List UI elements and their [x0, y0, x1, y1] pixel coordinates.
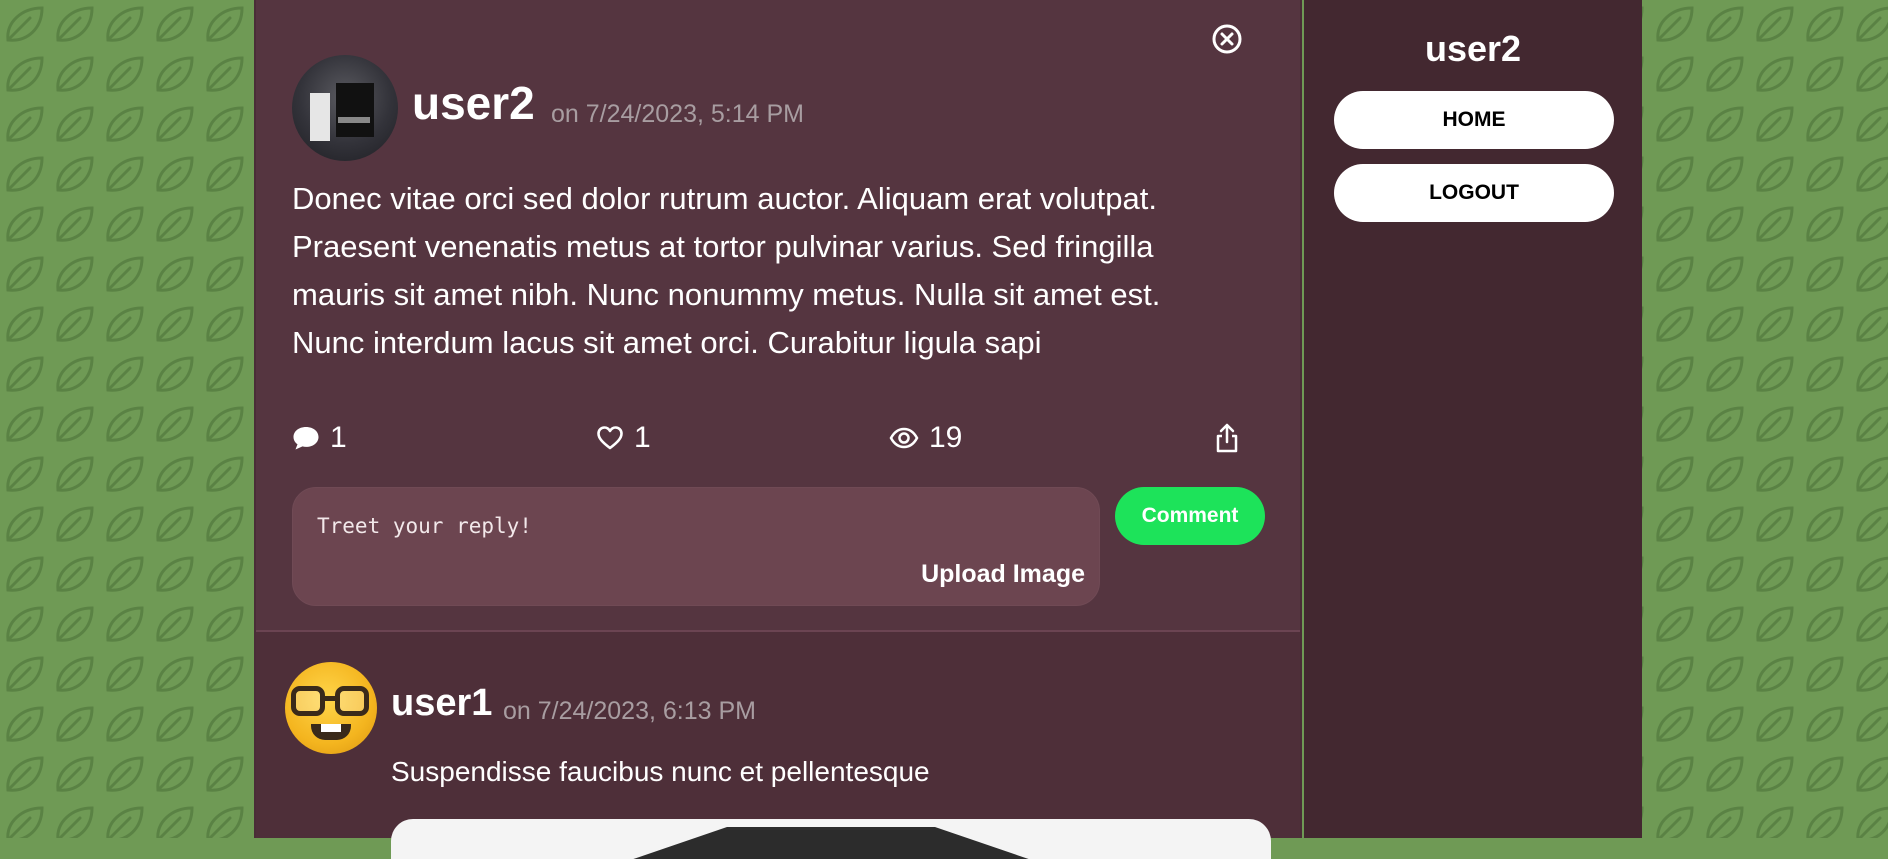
- comment-timestamp: on 7/24/2023, 6:13 PM: [503, 697, 756, 725]
- avatar-cabinet-shape: [336, 83, 374, 137]
- right-sidebar: user2 HOME LOGOUT: [1304, 0, 1642, 838]
- close-icon[interactable]: [1211, 23, 1243, 55]
- eye-icon: [889, 427, 919, 449]
- comment-count-button[interactable]: 1: [292, 418, 347, 458]
- avatar-fridge-shape: [310, 93, 330, 141]
- reply-composer: Upload Image: [292, 487, 1100, 606]
- speech-bubble-icon: [293, 427, 319, 450]
- avatar-teeth: [321, 724, 341, 732]
- comment-section: [256, 632, 1300, 838]
- comment-author-avatar[interactable]: [285, 662, 377, 754]
- logout-button[interactable]: LOGOUT: [1334, 164, 1614, 222]
- comment-text: Suspendisse faucibus nunc et pellentesqu…: [391, 756, 930, 787]
- comment-submit-button[interactable]: Comment: [1115, 487, 1265, 545]
- comment-count: 1: [330, 421, 347, 454]
- avatar-glasses-bridge: [323, 696, 337, 701]
- share-icon[interactable]: [1214, 422, 1240, 454]
- avatar-glasses-right: [335, 686, 369, 716]
- avatar-glasses-left: [291, 686, 325, 716]
- home-button[interactable]: HOME: [1334, 91, 1614, 149]
- image-roof-shape: [633, 827, 1029, 859]
- reply-input[interactable]: [315, 510, 1019, 542]
- post-body-text: Donec vitae orci sed dolor rutrum auctor…: [292, 181, 1161, 360]
- like-count: 1: [634, 421, 651, 454]
- post-timestamp: on 7/24/2023, 5:14 PM: [551, 100, 804, 128]
- post-author-avatar[interactable]: [292, 55, 398, 161]
- heart-icon: [597, 426, 623, 450]
- view-count: 19: [889, 418, 962, 458]
- post-author-username[interactable]: user2: [412, 76, 535, 130]
- comment-attached-image[interactable]: [391, 819, 1271, 859]
- avatar-stove-shape: [338, 117, 370, 123]
- comment-author-username[interactable]: user1: [391, 682, 492, 725]
- sidebar-username: user2: [1424, 28, 1522, 69]
- upload-image-button[interactable]: Upload Image: [921, 560, 1085, 589]
- like-button[interactable]: 1: [596, 418, 651, 458]
- view-count-value: 19: [929, 421, 963, 454]
